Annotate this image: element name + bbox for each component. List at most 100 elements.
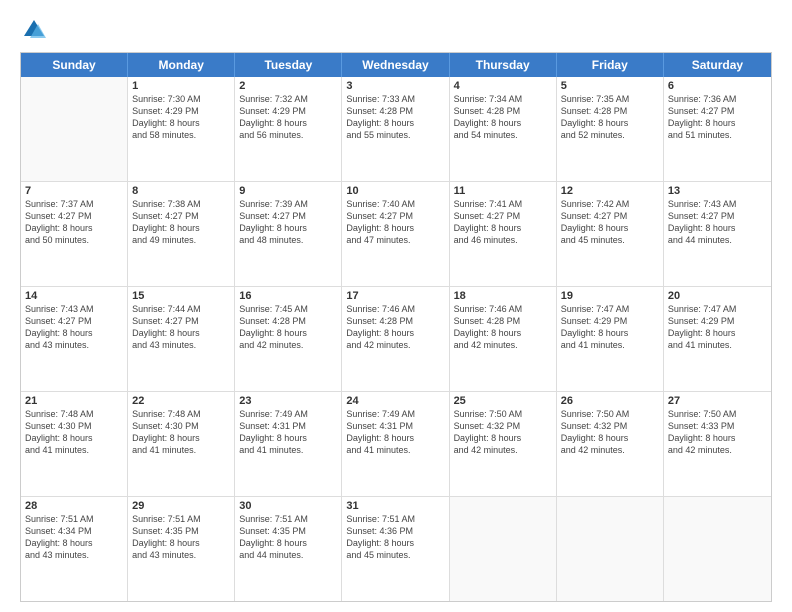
cal-cell [557,497,664,601]
cell-line: Sunset: 4:28 PM [454,315,552,327]
cell-line: Sunset: 4:32 PM [561,420,659,432]
day-number: 25 [454,395,552,407]
cell-line: Daylight: 8 hours [454,432,552,444]
cell-line: and 44 minutes. [668,234,767,246]
cal-cell: 17Sunrise: 7:46 AMSunset: 4:28 PMDayligh… [342,287,449,391]
cell-line: Daylight: 8 hours [132,327,230,339]
day-number: 6 [668,80,767,92]
day-number: 28 [25,500,123,512]
cell-line: Sunset: 4:35 PM [132,525,230,537]
cell-line: Daylight: 8 hours [132,432,230,444]
cell-line: Daylight: 8 hours [239,327,337,339]
cell-line: Sunset: 4:33 PM [668,420,767,432]
day-number: 21 [25,395,123,407]
cell-line: Sunrise: 7:51 AM [25,513,123,525]
day-number: 23 [239,395,337,407]
cal-cell: 7Sunrise: 7:37 AMSunset: 4:27 PMDaylight… [21,182,128,286]
cell-line: and 41 minutes. [132,444,230,456]
cell-line: Sunset: 4:27 PM [668,105,767,117]
cell-line: Daylight: 8 hours [346,537,444,549]
cell-line: Daylight: 8 hours [561,117,659,129]
week-row-1: 1Sunrise: 7:30 AMSunset: 4:29 PMDaylight… [21,77,771,182]
cell-line: Sunrise: 7:51 AM [346,513,444,525]
calendar-header: SundayMondayTuesdayWednesdayThursdayFrid… [21,53,771,77]
cell-line: Daylight: 8 hours [25,222,123,234]
cell-line: Sunrise: 7:51 AM [239,513,337,525]
cal-cell: 2Sunrise: 7:32 AMSunset: 4:29 PMDaylight… [235,77,342,181]
day-number: 1 [132,80,230,92]
cal-cell: 22Sunrise: 7:48 AMSunset: 4:30 PMDayligh… [128,392,235,496]
week-row-5: 28Sunrise: 7:51 AMSunset: 4:34 PMDayligh… [21,497,771,601]
cell-line: Sunrise: 7:43 AM [668,198,767,210]
day-header-tuesday: Tuesday [235,53,342,77]
cell-line: Sunset: 4:28 PM [346,105,444,117]
day-number: 24 [346,395,444,407]
cell-line: Sunset: 4:28 PM [454,105,552,117]
cell-line: Sunrise: 7:36 AM [668,93,767,105]
cell-line: Sunset: 4:27 PM [454,210,552,222]
cell-line: Sunrise: 7:48 AM [132,408,230,420]
cal-cell: 24Sunrise: 7:49 AMSunset: 4:31 PMDayligh… [342,392,449,496]
day-number: 14 [25,290,123,302]
cell-line: Sunset: 4:29 PM [132,105,230,117]
day-number: 3 [346,80,444,92]
cell-line: Daylight: 8 hours [668,222,767,234]
cal-cell: 3Sunrise: 7:33 AMSunset: 4:28 PMDaylight… [342,77,449,181]
cell-line: Daylight: 8 hours [132,537,230,549]
cell-line: Sunset: 4:29 PM [239,105,337,117]
cell-line: Sunset: 4:29 PM [668,315,767,327]
cal-cell: 13Sunrise: 7:43 AMSunset: 4:27 PMDayligh… [664,182,771,286]
cell-line: Sunrise: 7:51 AM [132,513,230,525]
cell-line: Sunset: 4:28 PM [239,315,337,327]
cell-line: Sunrise: 7:35 AM [561,93,659,105]
cal-cell [21,77,128,181]
day-header-wednesday: Wednesday [342,53,449,77]
cal-cell [664,497,771,601]
day-header-monday: Monday [128,53,235,77]
cell-line: Daylight: 8 hours [25,432,123,444]
cell-line: and 44 minutes. [239,549,337,561]
cell-line: and 41 minutes. [561,339,659,351]
day-number: 27 [668,395,767,407]
cell-line: Daylight: 8 hours [25,537,123,549]
week-row-3: 14Sunrise: 7:43 AMSunset: 4:27 PMDayligh… [21,287,771,392]
cell-line: and 43 minutes. [132,549,230,561]
day-header-thursday: Thursday [450,53,557,77]
cal-cell: 15Sunrise: 7:44 AMSunset: 4:27 PMDayligh… [128,287,235,391]
cell-line: Daylight: 8 hours [668,117,767,129]
cell-line: and 42 minutes. [239,339,337,351]
cell-line: and 43 minutes. [25,339,123,351]
day-number: 8 [132,185,230,197]
cell-line: Sunrise: 7:45 AM [239,303,337,315]
cell-line: Sunset: 4:35 PM [239,525,337,537]
cell-line: Daylight: 8 hours [668,432,767,444]
cal-cell: 20Sunrise: 7:47 AMSunset: 4:29 PMDayligh… [664,287,771,391]
cell-line: and 42 minutes. [346,339,444,351]
cell-line: Daylight: 8 hours [346,432,444,444]
cell-line: Sunset: 4:31 PM [239,420,337,432]
day-number: 15 [132,290,230,302]
day-number: 9 [239,185,337,197]
cal-cell: 27Sunrise: 7:50 AMSunset: 4:33 PMDayligh… [664,392,771,496]
cell-line: Sunrise: 7:30 AM [132,93,230,105]
cal-cell: 25Sunrise: 7:50 AMSunset: 4:32 PMDayligh… [450,392,557,496]
cal-cell: 21Sunrise: 7:48 AMSunset: 4:30 PMDayligh… [21,392,128,496]
cell-line: and 49 minutes. [132,234,230,246]
cell-line: Sunrise: 7:41 AM [454,198,552,210]
cal-cell: 5Sunrise: 7:35 AMSunset: 4:28 PMDaylight… [557,77,664,181]
cell-line: Sunrise: 7:49 AM [239,408,337,420]
cell-line: Daylight: 8 hours [454,117,552,129]
cell-line: Daylight: 8 hours [561,327,659,339]
day-number: 16 [239,290,337,302]
cell-line: Sunset: 4:27 PM [239,210,337,222]
cell-line: Sunrise: 7:32 AM [239,93,337,105]
cal-cell: 10Sunrise: 7:40 AMSunset: 4:27 PMDayligh… [342,182,449,286]
cal-cell: 23Sunrise: 7:49 AMSunset: 4:31 PMDayligh… [235,392,342,496]
day-header-friday: Friday [557,53,664,77]
cell-line: and 42 minutes. [454,339,552,351]
cell-line: Daylight: 8 hours [346,327,444,339]
day-number: 13 [668,185,767,197]
cell-line: Daylight: 8 hours [132,222,230,234]
cell-line: Daylight: 8 hours [454,222,552,234]
cell-line: and 41 minutes. [346,444,444,456]
